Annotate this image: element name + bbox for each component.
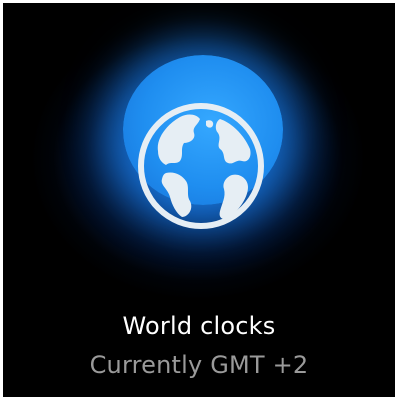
widget-title: World clocks xyxy=(122,312,276,340)
globe-icon xyxy=(138,103,264,229)
world-clocks-tile[interactable]: World clocks Currently GMT +2 xyxy=(3,3,395,397)
timezone-status: Currently GMT +2 xyxy=(89,351,309,379)
